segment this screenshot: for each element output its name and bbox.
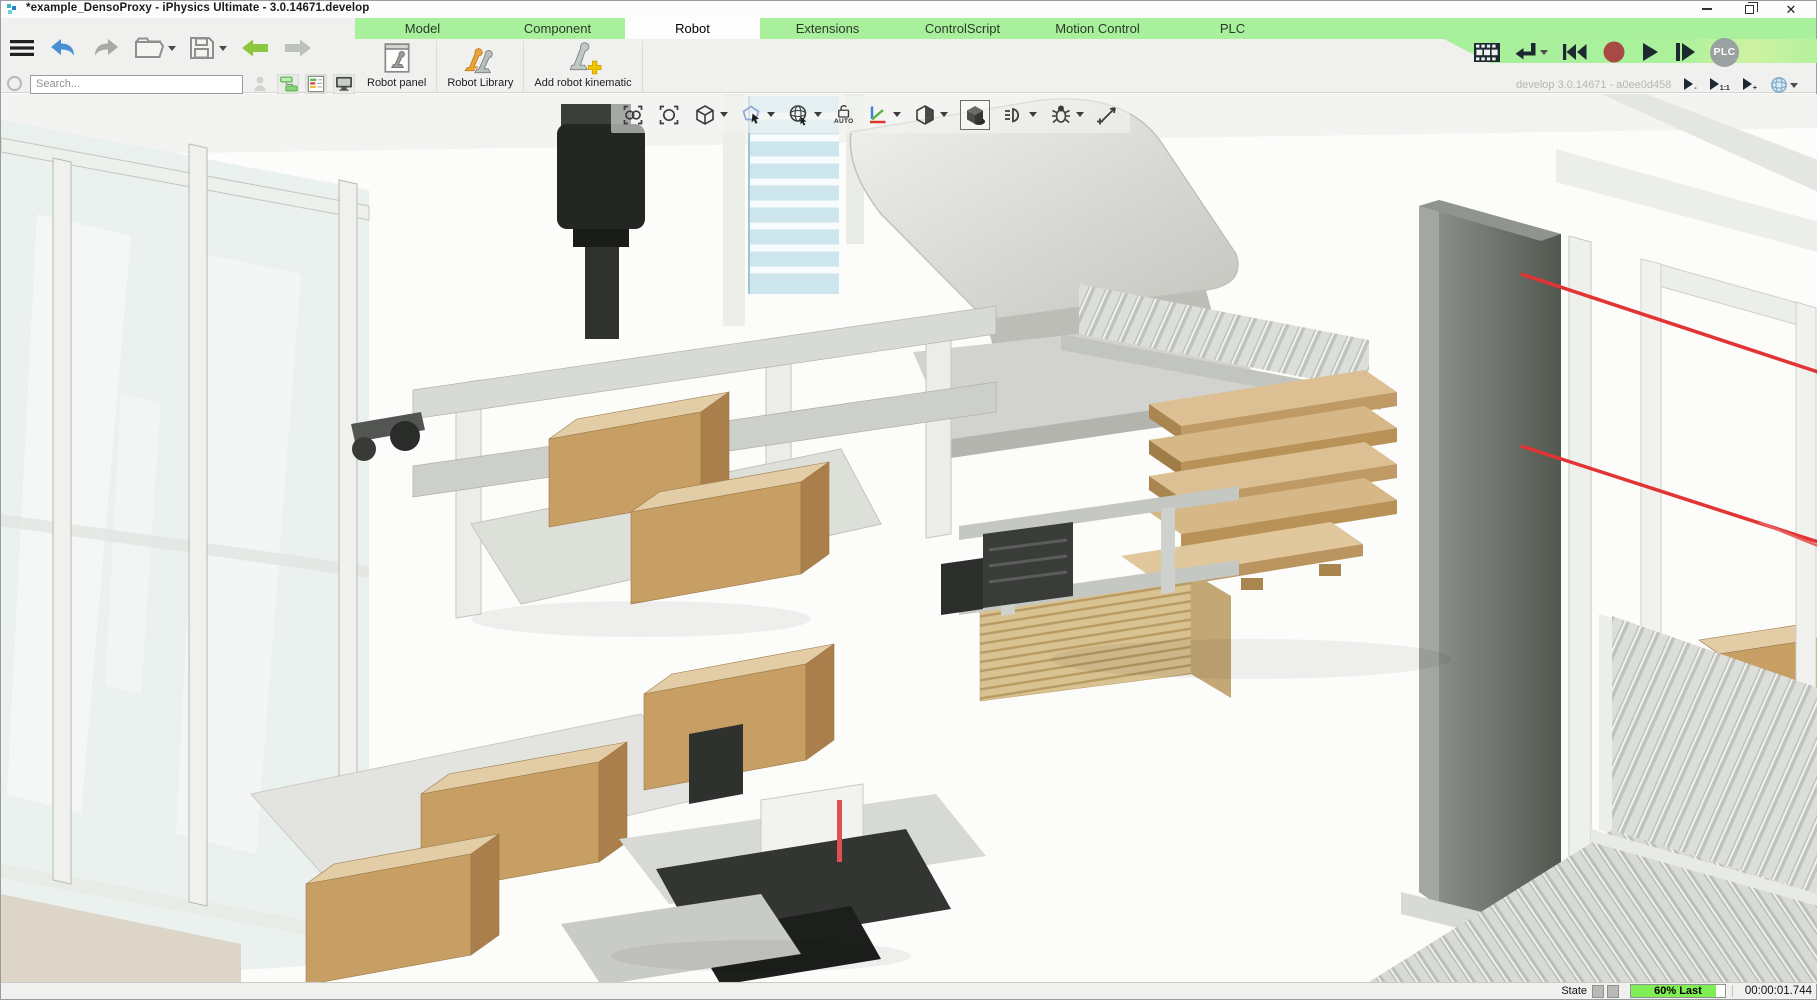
record-button[interactable] bbox=[1601, 39, 1627, 65]
robot-library-label: Robot Library bbox=[447, 77, 513, 89]
list-view-button[interactable] bbox=[305, 74, 327, 94]
speed-sub-label: + bbox=[1753, 85, 1757, 92]
shading-mode-button[interactable] bbox=[913, 103, 948, 127]
quick-access-toolbar bbox=[9, 31, 313, 65]
robot-library-button[interactable]: Robot Library bbox=[437, 41, 523, 93]
robot-panel-icon bbox=[380, 41, 414, 75]
state-label: State bbox=[1561, 985, 1587, 997]
viewport-toolbar: AUTO bbox=[611, 96, 1130, 133]
selection-mode-caret[interactable] bbox=[767, 112, 775, 117]
navigate-forward-button[interactable] bbox=[283, 38, 313, 58]
plc-badge[interactable]: PLC bbox=[1710, 38, 1739, 67]
close-button[interactable]: ✕ bbox=[1770, 1, 1812, 17]
playback-faster-icon[interactable]: + bbox=[1743, 78, 1757, 92]
debug-button[interactable] bbox=[1049, 103, 1084, 127]
elapsed-time: 00:00:01.744 bbox=[1732, 985, 1816, 997]
open-file-button[interactable] bbox=[134, 36, 176, 60]
view-cube-button[interactable] bbox=[693, 103, 728, 127]
orbit-button[interactable] bbox=[787, 103, 822, 127]
state-indicator bbox=[1592, 985, 1604, 998]
film-strip-icon[interactable] bbox=[1473, 42, 1501, 63]
monitor-view-button[interactable] bbox=[333, 74, 355, 94]
tab-component[interactable]: Component bbox=[490, 18, 625, 39]
debug-caret[interactable] bbox=[1076, 112, 1084, 117]
network-caret[interactable] bbox=[1790, 83, 1798, 88]
tab-plc[interactable]: PLC bbox=[1165, 18, 1300, 39]
sim-progress-text: 60% Last bbox=[1631, 985, 1725, 997]
add-robot-kinematic-icon bbox=[564, 41, 602, 75]
tab-robot[interactable]: Robot bbox=[625, 18, 760, 39]
network-button[interactable] bbox=[1770, 76, 1798, 94]
step-forward-button[interactable] bbox=[1673, 41, 1697, 63]
auto-lock-button[interactable]: AUTO bbox=[834, 103, 854, 126]
state-indicator bbox=[1607, 985, 1619, 998]
viewport-3d-scene[interactable] bbox=[1, 94, 1817, 984]
view-cube-caret[interactable] bbox=[720, 112, 728, 117]
robot-ribbon-group: Robot panel Robot Library Add robot kine bbox=[357, 41, 643, 93]
tab-controlscript[interactable]: ControlScript bbox=[895, 18, 1030, 39]
close-icon: ✕ bbox=[1786, 3, 1797, 16]
app-logo-icon bbox=[7, 4, 18, 15]
build-version-text: develop 3.0.14671 - a0ee0d458 bbox=[1516, 79, 1671, 91]
viewport-3d[interactable]: AUTO bbox=[1, 94, 1817, 984]
robot-panel-label: Robot panel bbox=[367, 77, 426, 89]
orbit-caret[interactable] bbox=[814, 112, 822, 117]
speed-sub-label: 1:1 bbox=[1720, 85, 1730, 92]
playback-realtime-icon[interactable]: 1:1 bbox=[1710, 78, 1730, 92]
tab-extensions[interactable]: Extensions bbox=[760, 18, 895, 39]
pin-icon[interactable] bbox=[249, 74, 271, 94]
measure-button[interactable] bbox=[1096, 103, 1120, 127]
search-row bbox=[6, 73, 355, 95]
add-robot-kinematic-label: Add robot kinematic bbox=[534, 77, 631, 89]
jump-back-caret[interactable] bbox=[1540, 50, 1548, 55]
status-bar: State 60% Last 00:00:01.744 bbox=[1, 982, 1816, 999]
save-caret[interactable] bbox=[219, 46, 227, 51]
headlight-button[interactable] bbox=[1002, 103, 1037, 127]
fit-selection-button[interactable] bbox=[621, 103, 645, 127]
render-style-button[interactable] bbox=[960, 100, 990, 130]
menu-button[interactable] bbox=[9, 38, 35, 58]
flow-view-button[interactable] bbox=[277, 74, 299, 94]
tab-motion-control[interactable]: Motion Control bbox=[1030, 18, 1165, 39]
ribbon-separator bbox=[642, 41, 643, 93]
axes-button[interactable] bbox=[866, 103, 901, 127]
play-button[interactable] bbox=[1640, 41, 1660, 63]
open-file-caret[interactable] bbox=[168, 46, 176, 51]
add-robot-kinematic-button[interactable]: Add robot kinematic bbox=[524, 41, 641, 93]
speed-sub-label: - bbox=[1694, 85, 1696, 92]
ribbon-tabs: Model Component Robot Extensions Control… bbox=[355, 18, 1816, 39]
playback-controls: PLC bbox=[1473, 39, 1739, 65]
redo-button[interactable] bbox=[91, 37, 121, 59]
window-title: *example_DensoProxy - iPhysics Ultimate … bbox=[26, 2, 369, 14]
minimize-icon bbox=[1702, 8, 1712, 10]
ribbon: Model Component Robot Extensions Control… bbox=[1, 18, 1816, 93]
axes-caret[interactable] bbox=[893, 112, 901, 117]
maximize-button[interactable] bbox=[1728, 1, 1770, 17]
skip-to-start-button[interactable] bbox=[1561, 42, 1588, 62]
sim-speed-progress: 60% Last bbox=[1630, 984, 1726, 998]
undo-button[interactable] bbox=[48, 37, 78, 59]
navigate-back-button[interactable] bbox=[240, 38, 270, 58]
robot-panel-button[interactable]: Robot panel bbox=[357, 41, 436, 93]
headlight-caret[interactable] bbox=[1029, 112, 1037, 117]
app-window: *example_DensoProxy - iPhysics Ultimate … bbox=[0, 0, 1817, 1000]
selection-mode-button[interactable] bbox=[740, 103, 775, 127]
red-sensor-beam bbox=[837, 800, 842, 862]
maximize-icon bbox=[1745, 5, 1754, 14]
search-icon bbox=[6, 75, 24, 93]
playback-slower-icon[interactable]: - bbox=[1684, 78, 1696, 92]
titlebar: *example_DensoProxy - iPhysics Ultimate … bbox=[1, 1, 1816, 18]
jump-back-button[interactable] bbox=[1514, 41, 1548, 63]
robot-library-icon bbox=[461, 41, 499, 75]
tab-model[interactable]: Model bbox=[355, 18, 490, 39]
minimize-button[interactable] bbox=[1686, 1, 1728, 17]
search-input[interactable] bbox=[30, 75, 243, 94]
shading-mode-caret[interactable] bbox=[940, 112, 948, 117]
fit-all-button[interactable] bbox=[657, 103, 681, 127]
auto-lock-label: AUTO bbox=[834, 119, 854, 126]
version-row: develop 3.0.14671 - a0ee0d458 - 1:1 + bbox=[1516, 75, 1798, 95]
save-button[interactable] bbox=[189, 36, 227, 60]
